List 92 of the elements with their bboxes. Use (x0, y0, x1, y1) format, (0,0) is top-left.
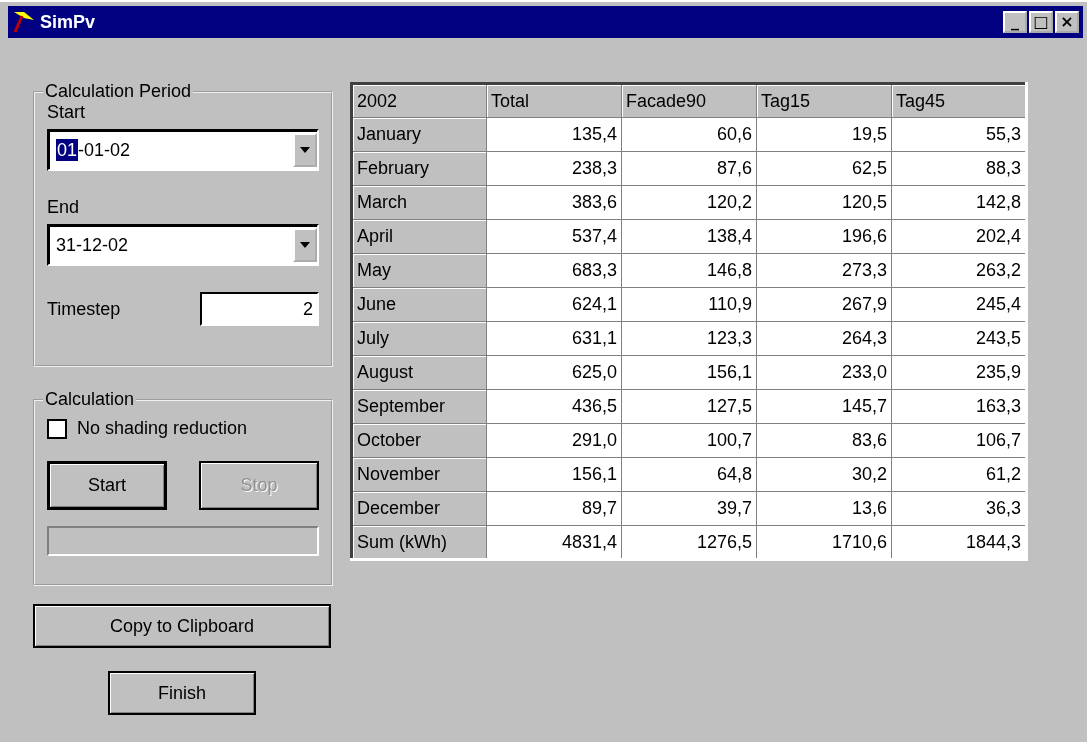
table-cell: 110,9 (621, 287, 757, 322)
table-cell: 163,3 (891, 389, 1027, 424)
table-cell: 61,2 (891, 457, 1027, 492)
table-cell: 138,4 (621, 219, 757, 254)
column-header: Tag45 (891, 83, 1027, 118)
dropdown-button[interactable] (293, 228, 317, 262)
table-cell: 537,4 (486, 219, 622, 254)
app-icon (12, 10, 36, 34)
table-cell: 123,3 (621, 321, 757, 356)
copy-button[interactable]: Copy to Clipboard (33, 604, 331, 648)
table-cell: 127,5 (621, 389, 757, 424)
table-cell: 624,1 (486, 287, 622, 322)
finish-button[interactable]: Finish (108, 671, 256, 715)
table-cell: 436,5 (486, 389, 622, 424)
field-label: Start (47, 102, 86, 123)
table-cell: 30,2 (756, 457, 892, 492)
table-cell: 156,1 (486, 457, 622, 492)
table-cell: 13,6 (756, 491, 892, 526)
dropdown-button[interactable] (293, 133, 317, 167)
table-cell: 202,4 (891, 219, 1027, 254)
table-cell: 156,1 (621, 355, 757, 390)
table-cell: 243,5 (891, 321, 1027, 356)
field-label: End (47, 197, 81, 218)
row-header: October (351, 423, 487, 458)
table-cell: 146,8 (621, 253, 757, 288)
table-cell: 135,4 (486, 117, 622, 152)
table-cell: 145,7 (756, 389, 892, 424)
table-cell: 631,1 (486, 321, 622, 356)
timestep-field[interactable]: 2 (200, 292, 319, 326)
column-header: Facade90 (621, 83, 757, 118)
row-header: February (351, 151, 487, 186)
row-header: December (351, 491, 487, 526)
checkbox[interactable] (47, 418, 67, 439)
column-header: Total (486, 83, 622, 118)
row-header: June (351, 287, 487, 322)
column-header: Tag15 (756, 83, 892, 118)
table-cell: 89,7 (486, 491, 622, 526)
table-cell: 64,8 (621, 457, 757, 492)
table-cell: 120,5 (756, 185, 892, 220)
table-cell: 39,7 (621, 491, 757, 526)
table-cell: 196,6 (756, 219, 892, 254)
close-button[interactable]: × (1055, 11, 1079, 33)
table-cell: 19,5 (756, 117, 892, 152)
field-label: Timestep (47, 298, 121, 320)
row-header: November (351, 457, 487, 492)
group-title: Calculation (44, 389, 136, 410)
minimize-button[interactable]: _ (1003, 11, 1027, 33)
row-header: July (351, 321, 487, 356)
row-header: Sum (kWh) (351, 525, 487, 560)
table-cell: 238,3 (486, 151, 622, 186)
window-title: SimPv (40, 11, 97, 33)
table-cell: 245,4 (891, 287, 1027, 322)
maximize-button[interactable]: □ (1029, 11, 1053, 33)
row-header: March (351, 185, 487, 220)
table-cell: 235,9 (891, 355, 1027, 390)
table-cell: 273,3 (756, 253, 892, 288)
table-cell: 233,0 (756, 355, 892, 390)
table-cell: 83,6 (756, 423, 892, 458)
column-header: 2002 (351, 83, 487, 118)
caret-icon (300, 242, 310, 248)
table-cell: 62,5 (756, 151, 892, 186)
table-cell: 264,3 (756, 321, 892, 356)
table-cell: 291,0 (486, 423, 622, 458)
table-cell: 142,8 (891, 185, 1027, 220)
group-title: Calculation Period (44, 81, 193, 102)
row-header: August (351, 355, 487, 390)
row-header: April (351, 219, 487, 254)
table-cell: 106,7 (891, 423, 1027, 458)
table-cell: 263,2 (891, 253, 1027, 288)
table-cell: 1710,6 (756, 525, 892, 560)
table-cell: 100,7 (621, 423, 757, 458)
checkbox-label: No shading reduction (77, 418, 248, 439)
row-header: May (351, 253, 487, 288)
table-cell: 1276,5 (621, 525, 757, 560)
table-cell: 1844,3 (891, 525, 1027, 560)
start-button[interactable]: Start (47, 461, 167, 510)
table-cell: 267,9 (756, 287, 892, 322)
row-header: September (351, 389, 487, 424)
table-cell: 683,3 (486, 253, 622, 288)
caret-icon (300, 147, 310, 153)
table-cell: 4831,4 (486, 525, 622, 560)
table-cell: 36,3 (891, 491, 1027, 526)
table-cell: 87,6 (621, 151, 757, 186)
start-date-field[interactable]: 01-01-02 (47, 129, 319, 171)
table-cell: 60,6 (621, 117, 757, 152)
table-cell: 55,3 (891, 117, 1027, 152)
row-header: January (351, 117, 487, 152)
table-cell: 120,2 (621, 185, 757, 220)
table-cell: 383,6 (486, 185, 622, 220)
table-cell: 625,0 (486, 355, 622, 390)
table-cell: 88,3 (891, 151, 1027, 186)
end-date-field[interactable]: 31-12-02 (47, 224, 319, 266)
